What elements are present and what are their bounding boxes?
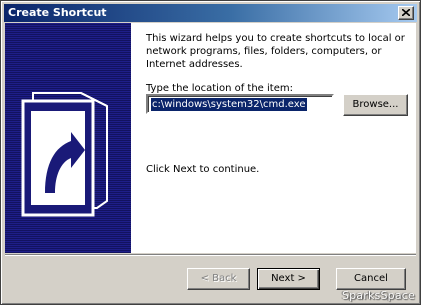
- title-bar[interactable]: Create Shortcut: [4, 4, 417, 22]
- browse-button[interactable]: Browse...: [343, 94, 408, 116]
- shortcut-arrow-icon: [21, 92, 108, 217]
- location-input-value: c:\windows\system32\cmd.exe: [151, 98, 307, 111]
- wizard-side-panel: [5, 23, 131, 253]
- location-input[interactable]: c:\windows\system32\cmd.exe: [146, 94, 334, 114]
- create-shortcut-dialog: Create Shortcut This wizard helps you to…: [0, 0, 421, 305]
- footer-separator: [5, 254, 416, 256]
- cancel-button[interactable]: Cancel: [336, 268, 406, 290]
- watermark: SparksSpace: [341, 289, 415, 302]
- next-hint: Click Next to continue.: [146, 164, 260, 175]
- next-button[interactable]: Next >: [257, 268, 320, 290]
- close-icon: [402, 9, 410, 16]
- close-button[interactable]: [398, 6, 414, 20]
- wizard-description: This wizard helps you to create shortcut…: [146, 33, 405, 70]
- window-title: Create Shortcut: [8, 6, 107, 19]
- back-button[interactable]: < Back: [187, 268, 250, 290]
- wizard-content: This wizard helps you to create shortcut…: [5, 23, 416, 253]
